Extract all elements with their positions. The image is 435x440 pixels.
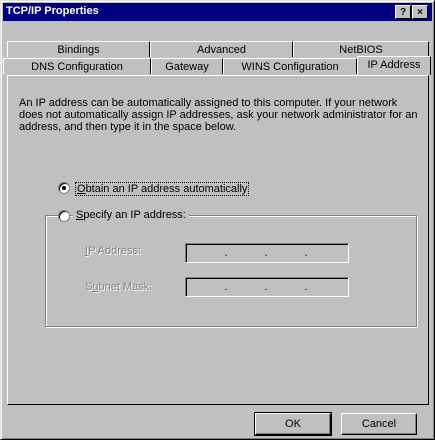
ip-octet-dot: . xyxy=(264,247,268,259)
subnet-mask-label: Subnet Mask: xyxy=(85,281,153,293)
tab-gateway[interactable]: Gateway xyxy=(151,58,223,74)
specify-ip-address-radio[interactable] xyxy=(58,210,70,222)
ip-octet-dot: . xyxy=(224,247,228,259)
obtain-ip-automatically-radio[interactable] xyxy=(58,182,70,194)
tab-dns-configuration[interactable]: DNS Configuration xyxy=(3,58,151,74)
ip-address-field[interactable]: . . . xyxy=(185,243,349,263)
mask-octet-dot: . xyxy=(304,281,308,293)
subnet-mask-field[interactable]: . . . xyxy=(185,277,349,297)
tcpip-properties-dialog: TCP/IP Properties ? × Bindings Advanced … xyxy=(0,0,435,440)
specify-ip-address-label[interactable]: Specify an IP address: xyxy=(73,209,189,221)
mask-octet-dot: . xyxy=(224,281,228,293)
close-button[interactable]: × xyxy=(412,5,428,19)
tab-bindings[interactable]: Bindings xyxy=(7,41,150,57)
tab-advanced[interactable]: Advanced xyxy=(150,41,293,57)
ip-octet-dot: . xyxy=(304,247,308,259)
window-title: TCP/IP Properties xyxy=(6,5,99,17)
radio-selected-dot xyxy=(62,186,66,190)
obtain-ip-automatically-label[interactable]: Obtain an IP address automatically xyxy=(75,182,250,196)
specify-ip-groupbox xyxy=(45,215,417,327)
ok-button[interactable]: OK xyxy=(254,412,332,436)
tab-wins-configuration[interactable]: WINS Configuration xyxy=(223,58,357,74)
mask-octet-dot: . xyxy=(264,281,268,293)
help-button[interactable]: ? xyxy=(395,5,411,19)
tab-ip-address[interactable]: IP Address xyxy=(357,56,431,75)
tab-netbios[interactable]: NetBIOS xyxy=(293,41,429,57)
ip-address-label: IP Address: xyxy=(85,245,142,257)
title-bar[interactable]: TCP/IP Properties ? × xyxy=(3,3,432,21)
cancel-button[interactable]: Cancel xyxy=(341,413,417,435)
description-text: An IP address can be automatically assig… xyxy=(19,97,418,133)
